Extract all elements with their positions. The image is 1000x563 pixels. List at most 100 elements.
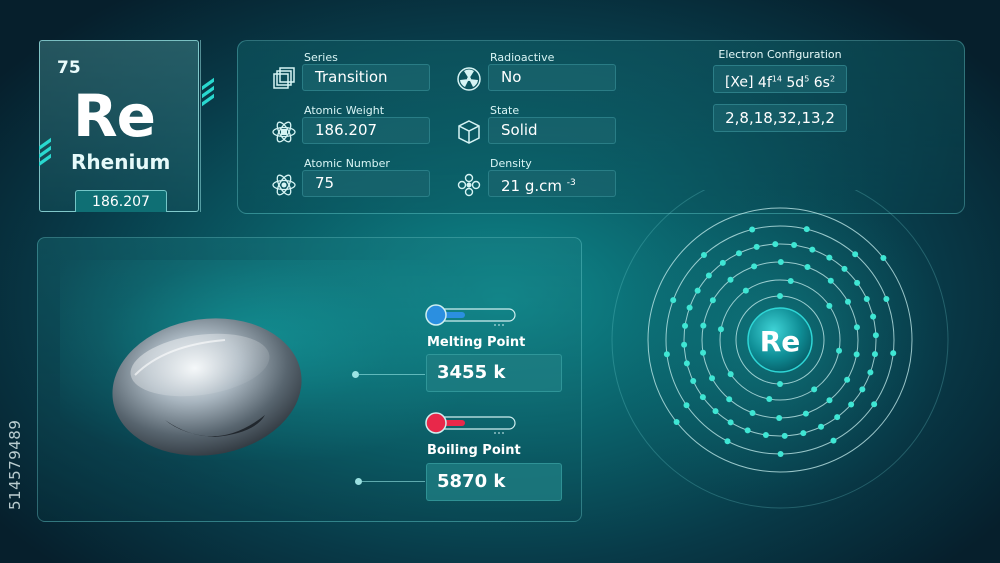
electron: [811, 386, 818, 393]
electron: [802, 410, 809, 417]
electron: [686, 304, 693, 311]
card-side-bar: [200, 40, 210, 212]
card-atomic-number: 75: [57, 58, 81, 78]
molecules-icon: [457, 173, 481, 197]
melting-thermometer-icon: [425, 304, 516, 326]
bohr-atom-model: Re: [608, 190, 952, 512]
electron: [890, 350, 897, 357]
electron: [777, 381, 783, 387]
electron: [841, 265, 848, 272]
electron: [727, 276, 734, 283]
electron: [709, 297, 716, 304]
electron: [700, 349, 707, 356]
series-label: Series: [304, 51, 338, 64]
element-card: 75 Re Rhenium 186.207: [39, 40, 214, 214]
atomic-number-label: Atomic Number: [304, 157, 390, 170]
boiling-thermometer-icon: [425, 412, 516, 434]
radioactive-value: No: [488, 64, 616, 91]
electron: [694, 287, 701, 294]
electron: [772, 241, 779, 248]
electron: [663, 351, 670, 358]
melting-connector-line: [359, 374, 425, 375]
series-value: Transition: [302, 64, 430, 91]
electron: [871, 401, 878, 408]
electron: [690, 378, 697, 385]
electron: [777, 293, 783, 299]
electron: [830, 437, 837, 444]
element-symbol: Re: [73, 82, 156, 150]
atom-icon: [272, 174, 296, 196]
electron: [742, 287, 749, 294]
electron: [853, 351, 860, 358]
electron: [670, 297, 677, 304]
boiling-connector-dot: [355, 478, 362, 485]
electron: [867, 369, 874, 376]
electron: [827, 277, 834, 284]
electron: [749, 226, 756, 233]
electron: [766, 396, 773, 403]
electron: [883, 296, 890, 303]
electron: [700, 322, 707, 329]
electron: [753, 243, 760, 250]
electron: [681, 341, 688, 348]
electron: [871, 351, 878, 358]
orbital-6s: 6s2: [813, 74, 836, 91]
radioactive-label: Radioactive: [490, 51, 555, 64]
rhenium-sample-image: [112, 318, 302, 456]
electron: [673, 419, 680, 426]
electron: [724, 438, 731, 445]
electron: [826, 302, 833, 309]
config-core: [Xe]: [724, 74, 754, 91]
electron: [836, 347, 843, 354]
density-number: 21 g.cm: [501, 177, 563, 195]
density-value: 21 g.cm -3: [488, 170, 616, 197]
electron: [844, 298, 851, 305]
electron: [751, 263, 758, 270]
electron: [699, 394, 706, 401]
electron: [709, 375, 716, 382]
electron-shells: 2,8,18,32,13,2: [713, 104, 847, 132]
density-exponent: -3: [566, 178, 576, 188]
orbital-4f: 4f14: [757, 74, 782, 91]
electron: [712, 408, 719, 415]
electron-config-label: Electron Configuration: [718, 48, 842, 61]
atomic-weight-label: Atomic Weight: [304, 104, 385, 117]
boiling-point-label: Boiling Point: [427, 443, 521, 458]
electron: [735, 250, 742, 257]
cube-icon: [458, 120, 480, 144]
electron: [749, 410, 756, 416]
electron: [863, 295, 870, 302]
electron: [809, 246, 816, 253]
element-name: Rhenium: [71, 150, 171, 174]
atom-weight-icon: [272, 121, 296, 143]
electron: [848, 401, 855, 408]
electron: [791, 242, 798, 249]
electron: [717, 326, 724, 333]
electron: [705, 272, 712, 279]
card-atomic-weight: 186.207: [75, 190, 167, 212]
electron: [870, 313, 877, 320]
electron: [781, 432, 788, 439]
electron: [787, 277, 794, 284]
boiling-point-value: 5870 k: [426, 463, 562, 501]
electron: [777, 259, 784, 265]
electron: [859, 386, 866, 393]
electron: [762, 431, 769, 438]
state-label: State: [490, 104, 520, 117]
electron: [872, 332, 879, 339]
electron: [826, 397, 833, 404]
electron: [726, 396, 733, 403]
electron: [826, 254, 833, 261]
electron-config-orbitals: [Xe] 4f14 5d5 6s2: [713, 65, 847, 93]
electron: [744, 427, 751, 434]
density-label: Density: [490, 157, 532, 170]
electron: [854, 279, 861, 286]
electron: [803, 226, 810, 233]
electron: [852, 251, 859, 258]
electron: [777, 451, 784, 457]
electron: [727, 419, 734, 426]
electron: [683, 402, 690, 409]
atomic-weight-value: 186.207: [302, 117, 430, 144]
state-value: Solid: [488, 117, 616, 144]
electron: [804, 264, 811, 270]
